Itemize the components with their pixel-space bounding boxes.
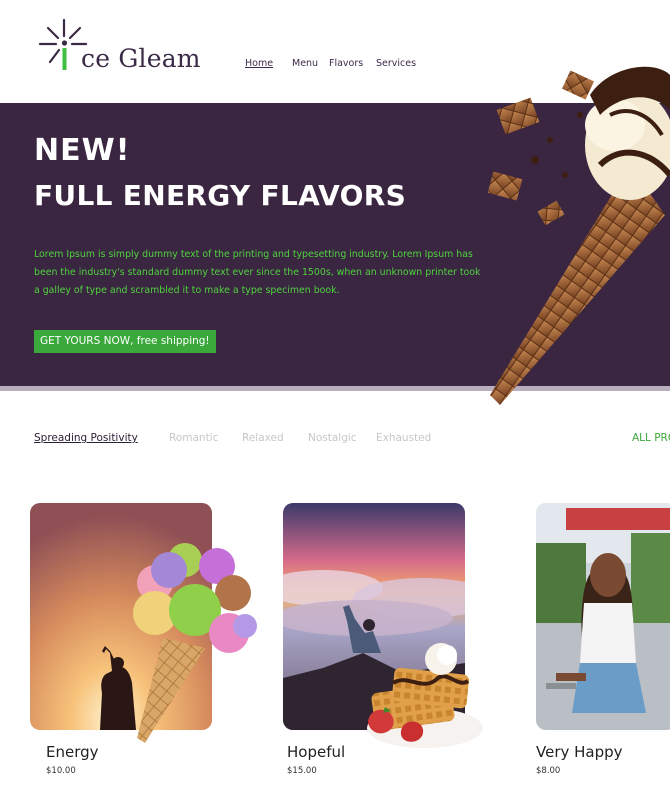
waffle-strawberry-icon [367,643,483,748]
mood-filters: Spreading Positivity Romantic Relaxed No… [0,432,670,448]
ice-cream-cone-scoops-icon [133,543,257,743]
product-price: $10.00 [46,766,76,776]
product-name: Very Happy [536,743,623,761]
filter-exhausted[interactable]: Exhausted [376,432,431,444]
product-card-hopeful[interactable]: Hopeful $15.00 [283,503,513,783]
hero-description: Lorem Ipsum is simply dummy text of the … [34,249,481,296]
get-yours-button[interactable]: GET YOURS NOW, free shipping! [34,330,216,353]
chocolate-cone-icon [487,66,670,405]
happy-woman-photo [536,503,670,730]
product-name: Energy [46,743,99,761]
filter-spreading-positivity[interactable]: Spreading Positivity [34,432,138,444]
nav-flavors[interactable]: Flavors [329,58,363,69]
hero-kicker: NEW! [34,133,131,168]
filter-nostalgic[interactable]: Nostalgic [308,432,357,444]
filter-romantic[interactable]: Romantic [169,432,218,444]
product-name: Hopeful [287,743,346,761]
filter-relaxed[interactable]: Relaxed [242,432,284,444]
product-price: $15.00 [287,766,317,776]
nav-services[interactable]: Services [376,58,416,69]
all-products-link[interactable]: ALL PRO [632,432,670,444]
nav-menu[interactable]: Menu [292,58,318,69]
nav-home[interactable]: Home [245,58,273,69]
product-card-energy[interactable]: Energy $10.00 [30,503,260,783]
product-price: $8.00 [536,766,561,776]
hero-title: FULL ENERGY FLAVORS [34,179,407,212]
product-card-very-happy[interactable]: Very Happy $8.00 [536,503,670,783]
